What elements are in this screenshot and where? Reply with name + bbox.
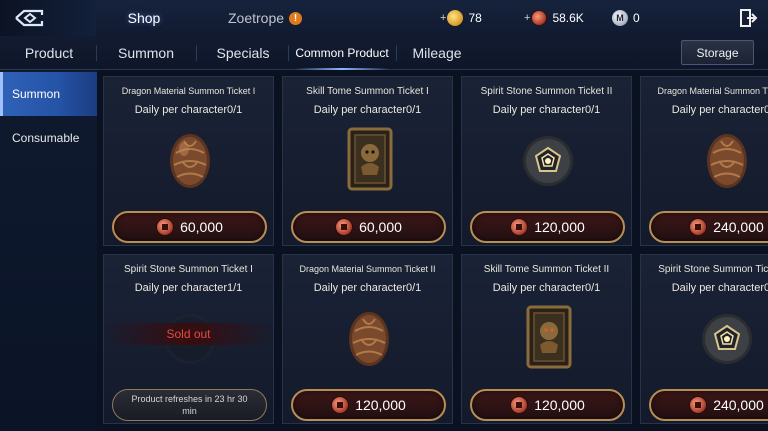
purchase-limit: Daily per character0/1	[671, 282, 768, 294]
dragon-egg-icon	[707, 134, 747, 188]
gold-plus: +	[440, 12, 447, 24]
dragon-egg-icon	[349, 312, 389, 366]
price-label: 240,000	[713, 397, 764, 413]
price-label: 120,000	[355, 397, 406, 413]
tab-summon[interactable]: Summon	[104, 36, 188, 70]
server-label: Zoetrope	[228, 10, 285, 26]
page-title: Shop	[127, 10, 161, 26]
gold-currency[interactable]: + 78	[440, 0, 482, 36]
product-title: Spirit Stone Summon Ticket I	[124, 264, 253, 275]
refresh-notice: Product refreshes in 23 hr 30 min	[112, 389, 267, 421]
product-title: Dragon Material Summon Ticket II	[299, 264, 436, 274]
copper-coin-icon	[689, 396, 708, 414]
copper-coin-icon	[156, 218, 175, 236]
product-card[interactable]: Dragon Material Summon Ticket II Daily p…	[282, 254, 453, 424]
product-title: Skill Tome Summon Ticket II	[483, 264, 610, 275]
purchase-limit: Daily per character0/1	[313, 282, 422, 294]
product-card[interactable]: Dragon Material Summon Ticket II Daily p…	[640, 76, 768, 246]
top-bar: Shop Zoetrope !	[0, 0, 768, 36]
gold-ingot-icon	[447, 10, 464, 26]
product-card[interactable]: Skill Tome Summon Ticket I Daily per cha…	[282, 76, 453, 246]
exit-button[interactable]	[738, 8, 758, 28]
skill-tome-icon	[526, 305, 572, 369]
storage-button[interactable]: Storage	[681, 40, 754, 65]
purchase-limit: Daily per character0/1	[492, 282, 601, 294]
price-label: 60,000	[180, 219, 223, 235]
tab-divider	[288, 45, 289, 61]
product-title: Dragon Material Summon Ticket II	[657, 86, 768, 96]
product-title: Spirit Stone Summon Ticket III	[658, 264, 768, 275]
product-title: Spirit Stone Summon Ticket II	[480, 86, 613, 97]
copper-coin-icon	[510, 396, 529, 414]
exit-door-icon	[740, 9, 758, 27]
product-card[interactable]: Spirit Stone Summon Ticket I Daily per c…	[103, 254, 274, 424]
product-title: Dragon Material Summon Ticket I	[121, 86, 256, 96]
product-title: Skill Tome Summon Ticket I	[306, 86, 429, 97]
product-card[interactable]: Skill Tome Summon Ticket II Daily per ch…	[461, 254, 632, 424]
tab-divider	[96, 45, 97, 61]
server-name: Zoetrope !	[228, 10, 303, 26]
purchase-limit: Daily per character0/1	[134, 104, 243, 116]
price-label: 120,000	[534, 397, 585, 413]
copper-coin-icon	[331, 396, 350, 414]
tab-divider	[396, 45, 397, 61]
buy-button[interactable]: 60,000	[291, 211, 446, 243]
product-card[interactable]: Spirit Stone Summon Ticket III Daily per…	[640, 254, 768, 424]
dragon-egg-icon	[170, 134, 210, 188]
copper-currency[interactable]: + 58.6K	[524, 0, 584, 36]
copper-coin-icon	[531, 10, 548, 26]
tab-divider	[196, 45, 197, 61]
sold-out-label: Sold out	[104, 323, 273, 345]
price-label: 120,000	[534, 219, 585, 235]
silver-m-coin-icon: M	[612, 10, 628, 26]
back-arrow-icon	[15, 9, 44, 27]
product-card[interactable]: Spirit Stone Summon Ticket II Daily per …	[461, 76, 632, 246]
product-grid: Dragon Material Summon Ticket I Daily pe…	[97, 70, 768, 431]
purchase-limit: Daily per character0/1	[313, 104, 422, 116]
price-label: 240,000	[713, 219, 764, 235]
mileage-value: 0	[633, 11, 640, 25]
purchase-limit: Daily per character0/1	[492, 104, 601, 116]
spirit-stone-icon	[702, 314, 752, 364]
tab-bar: Product Summon Specials Common Product M…	[0, 36, 768, 70]
purchase-limit: Daily per character1/1	[134, 282, 243, 294]
spirit-stone-icon	[523, 136, 573, 186]
copper-plus: +	[524, 12, 531, 24]
product-card[interactable]: Dragon Material Summon Ticket I Daily pe…	[103, 76, 274, 246]
purchase-limit: Daily per character0/1	[671, 104, 768, 116]
buy-button[interactable]: 240,000	[649, 211, 768, 243]
tab-product[interactable]: Product	[10, 36, 88, 70]
buy-button[interactable]: 60,000	[112, 211, 267, 243]
sidebar-item-summon[interactable]: Summon	[0, 72, 97, 116]
buy-button[interactable]: 240,000	[649, 389, 768, 421]
buy-button[interactable]: 120,000	[470, 389, 625, 421]
copper-coin-icon	[335, 218, 354, 236]
tab-specials[interactable]: Specials	[204, 36, 282, 70]
tab-mileage[interactable]: Mileage	[404, 36, 470, 70]
copper-coin-icon	[689, 218, 708, 236]
buy-button[interactable]: 120,000	[470, 211, 625, 243]
gold-value: 78	[468, 11, 482, 25]
alert-icon[interactable]: !	[289, 11, 303, 25]
back-button[interactable]	[0, 0, 96, 36]
mileage-currency: M 0	[612, 0, 640, 36]
buy-button[interactable]: 120,000	[291, 389, 446, 421]
copper-coin-icon	[510, 218, 529, 236]
price-label: 60,000	[359, 219, 402, 235]
sidebar-item-consumable[interactable]: Consumable	[0, 116, 97, 160]
skill-tome-icon	[347, 127, 393, 191]
tab-common-product[interactable]: Common Product	[292, 36, 392, 70]
category-sidebar: Summon Consumable	[0, 70, 97, 431]
copper-value: 58.6K	[552, 11, 584, 25]
